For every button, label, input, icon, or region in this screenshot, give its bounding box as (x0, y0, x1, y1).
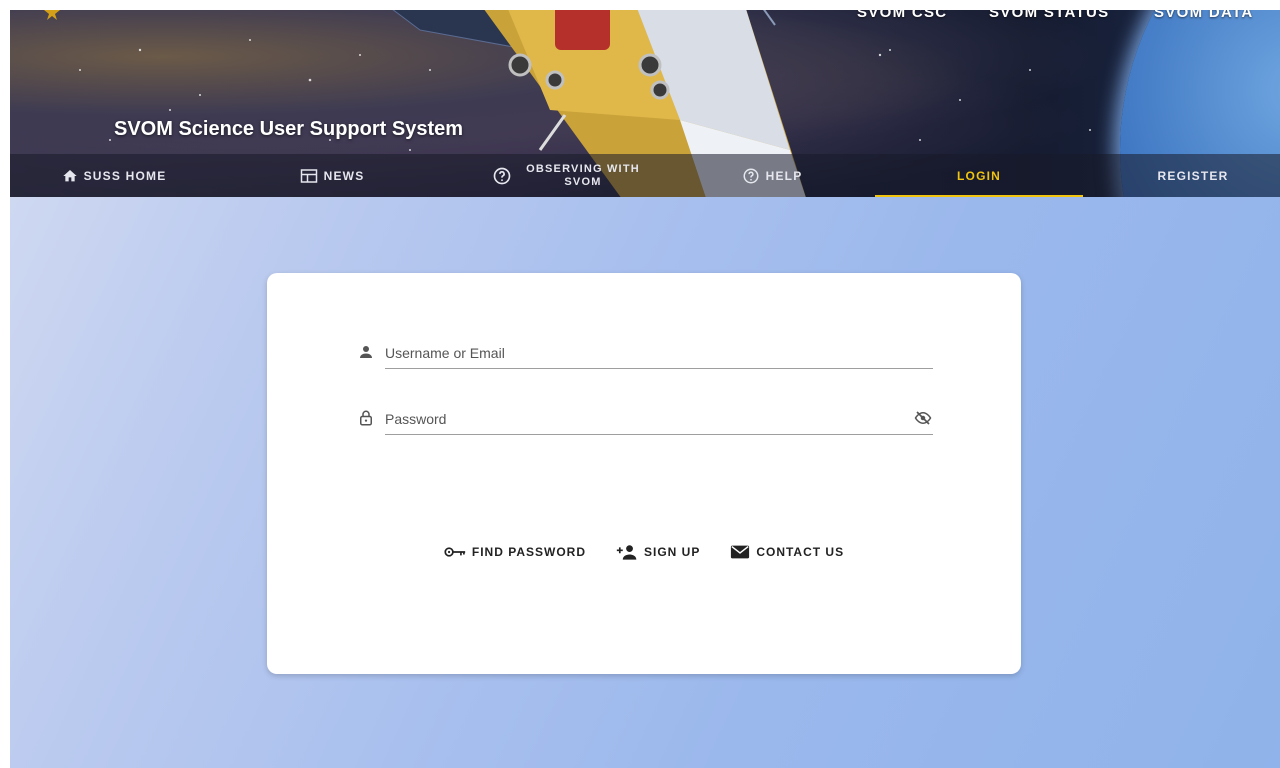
tab-login-label: LOGIN (957, 168, 1001, 183)
tab-observing-line1: OBSERVING WITH (526, 162, 640, 175)
news-icon (300, 168, 317, 183)
tab-observing-line2: SVOM (564, 175, 602, 188)
header-banner: SVOM Science User Support System SVOM CS… (10, 10, 1280, 197)
key-icon (444, 547, 466, 557)
tab-register-label: REGISTER (1157, 168, 1229, 183)
top-link-svom-data[interactable]: SVOM DATA (1154, 10, 1253, 21)
tab-help-label: HELP (765, 168, 803, 183)
tab-suss-home-label: SUSS HOME (83, 168, 167, 183)
main-nav-bar: SUSS HOME NEWS OBSERVING WITH SVOM HELP … (10, 154, 1280, 197)
username-input[interactable] (385, 337, 933, 369)
tab-news[interactable]: NEWS (238, 154, 426, 197)
tab-suss-home[interactable]: SUSS HOME (10, 154, 218, 197)
person-icon (360, 346, 372, 358)
tab-register[interactable]: REGISTER (1113, 154, 1273, 197)
tab-observing-label: OBSERVING WITH SVOM (526, 163, 640, 189)
lock-icon (360, 410, 372, 426)
site-title: SVOM Science User Support System (114, 118, 464, 140)
sign-up-label: SIGN UP (643, 545, 701, 559)
help-circle-icon (743, 168, 759, 183)
password-row (357, 399, 933, 439)
page-frame: SVOM Science User Support System SVOM CS… (10, 10, 1280, 768)
login-actions: FIND PASSWORD SIGN UP CONTACT US (267, 541, 1021, 563)
contact-us-label: CONTACT US (756, 545, 845, 559)
person-add-icon (616, 545, 637, 560)
top-link-svom-status[interactable]: SVOM STATUS (989, 10, 1109, 21)
svom-logo-icon[interactable] (38, 10, 76, 32)
visibility-off-icon[interactable] (913, 409, 933, 427)
find-password-label: FIND PASSWORD (471, 545, 586, 559)
username-row (357, 333, 933, 373)
tab-observing-with-svom[interactable]: OBSERVING WITH SVOM (462, 154, 670, 197)
home-icon (62, 169, 77, 181)
help-circle-icon (493, 167, 511, 184)
find-password-button[interactable]: FIND PASSWORD (444, 541, 586, 563)
login-card: FIND PASSWORD SIGN UP CONTACT US (267, 273, 1021, 674)
top-link-svom-csc[interactable]: SVOM CSC (857, 10, 947, 21)
tab-news-label: NEWS (323, 168, 365, 183)
contact-us-button[interactable]: CONTACT US (730, 541, 844, 563)
sign-up-button[interactable]: SIGN UP (616, 541, 700, 563)
password-input[interactable] (385, 403, 933, 435)
tab-help[interactable]: HELP (702, 154, 842, 197)
mail-icon (731, 545, 750, 559)
tab-login[interactable]: LOGIN (875, 154, 1083, 197)
